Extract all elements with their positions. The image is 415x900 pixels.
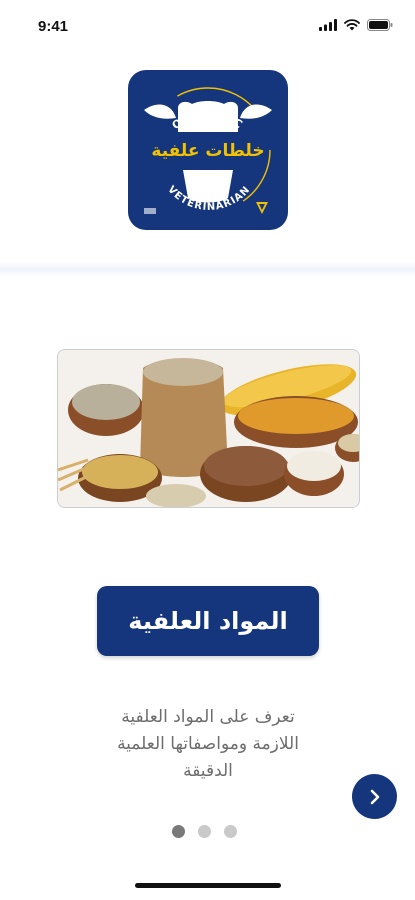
app-logo: ORGANIC VETERINARIAN خلطات علفية <box>128 70 288 230</box>
status-time: 9:41 <box>38 18 69 35</box>
home-indicator[interactable] <box>135 883 281 888</box>
cow-head-logo-icon: ORGANIC VETERINARIAN خلطات علفية <box>128 70 288 230</box>
description-line-2: اللازمة ومواصفاتها العلمية <box>117 734 299 754</box>
grains-hero-image <box>57 349 360 508</box>
grains-and-seeds-icon <box>58 350 359 507</box>
status-icons <box>319 19 393 31</box>
pagination-dot-2[interactable] <box>198 825 211 838</box>
wifi-icon <box>344 19 360 31</box>
next-button[interactable] <box>352 774 397 819</box>
pagination-dots <box>172 825 237 838</box>
pagination-dot-1[interactable] <box>172 825 185 838</box>
description-line-3: الدقيقة <box>183 761 233 781</box>
logo-arabic-title: خلطات علفية <box>151 141 264 161</box>
pagination-dot-3[interactable] <box>224 825 237 838</box>
onboarding-description: تعرف على المواد العلفية اللازمة ومواصفات… <box>70 704 346 785</box>
signal-icon <box>319 19 337 31</box>
status-bar: 9:41 <box>0 0 415 50</box>
chevron-right-icon <box>370 789 379 804</box>
description-line-1: تعرف على المواد العلفية <box>121 707 295 727</box>
feed-materials-button[interactable]: المواد العلفية <box>97 586 319 656</box>
header-divider <box>0 262 415 276</box>
battery-icon <box>367 19 393 31</box>
